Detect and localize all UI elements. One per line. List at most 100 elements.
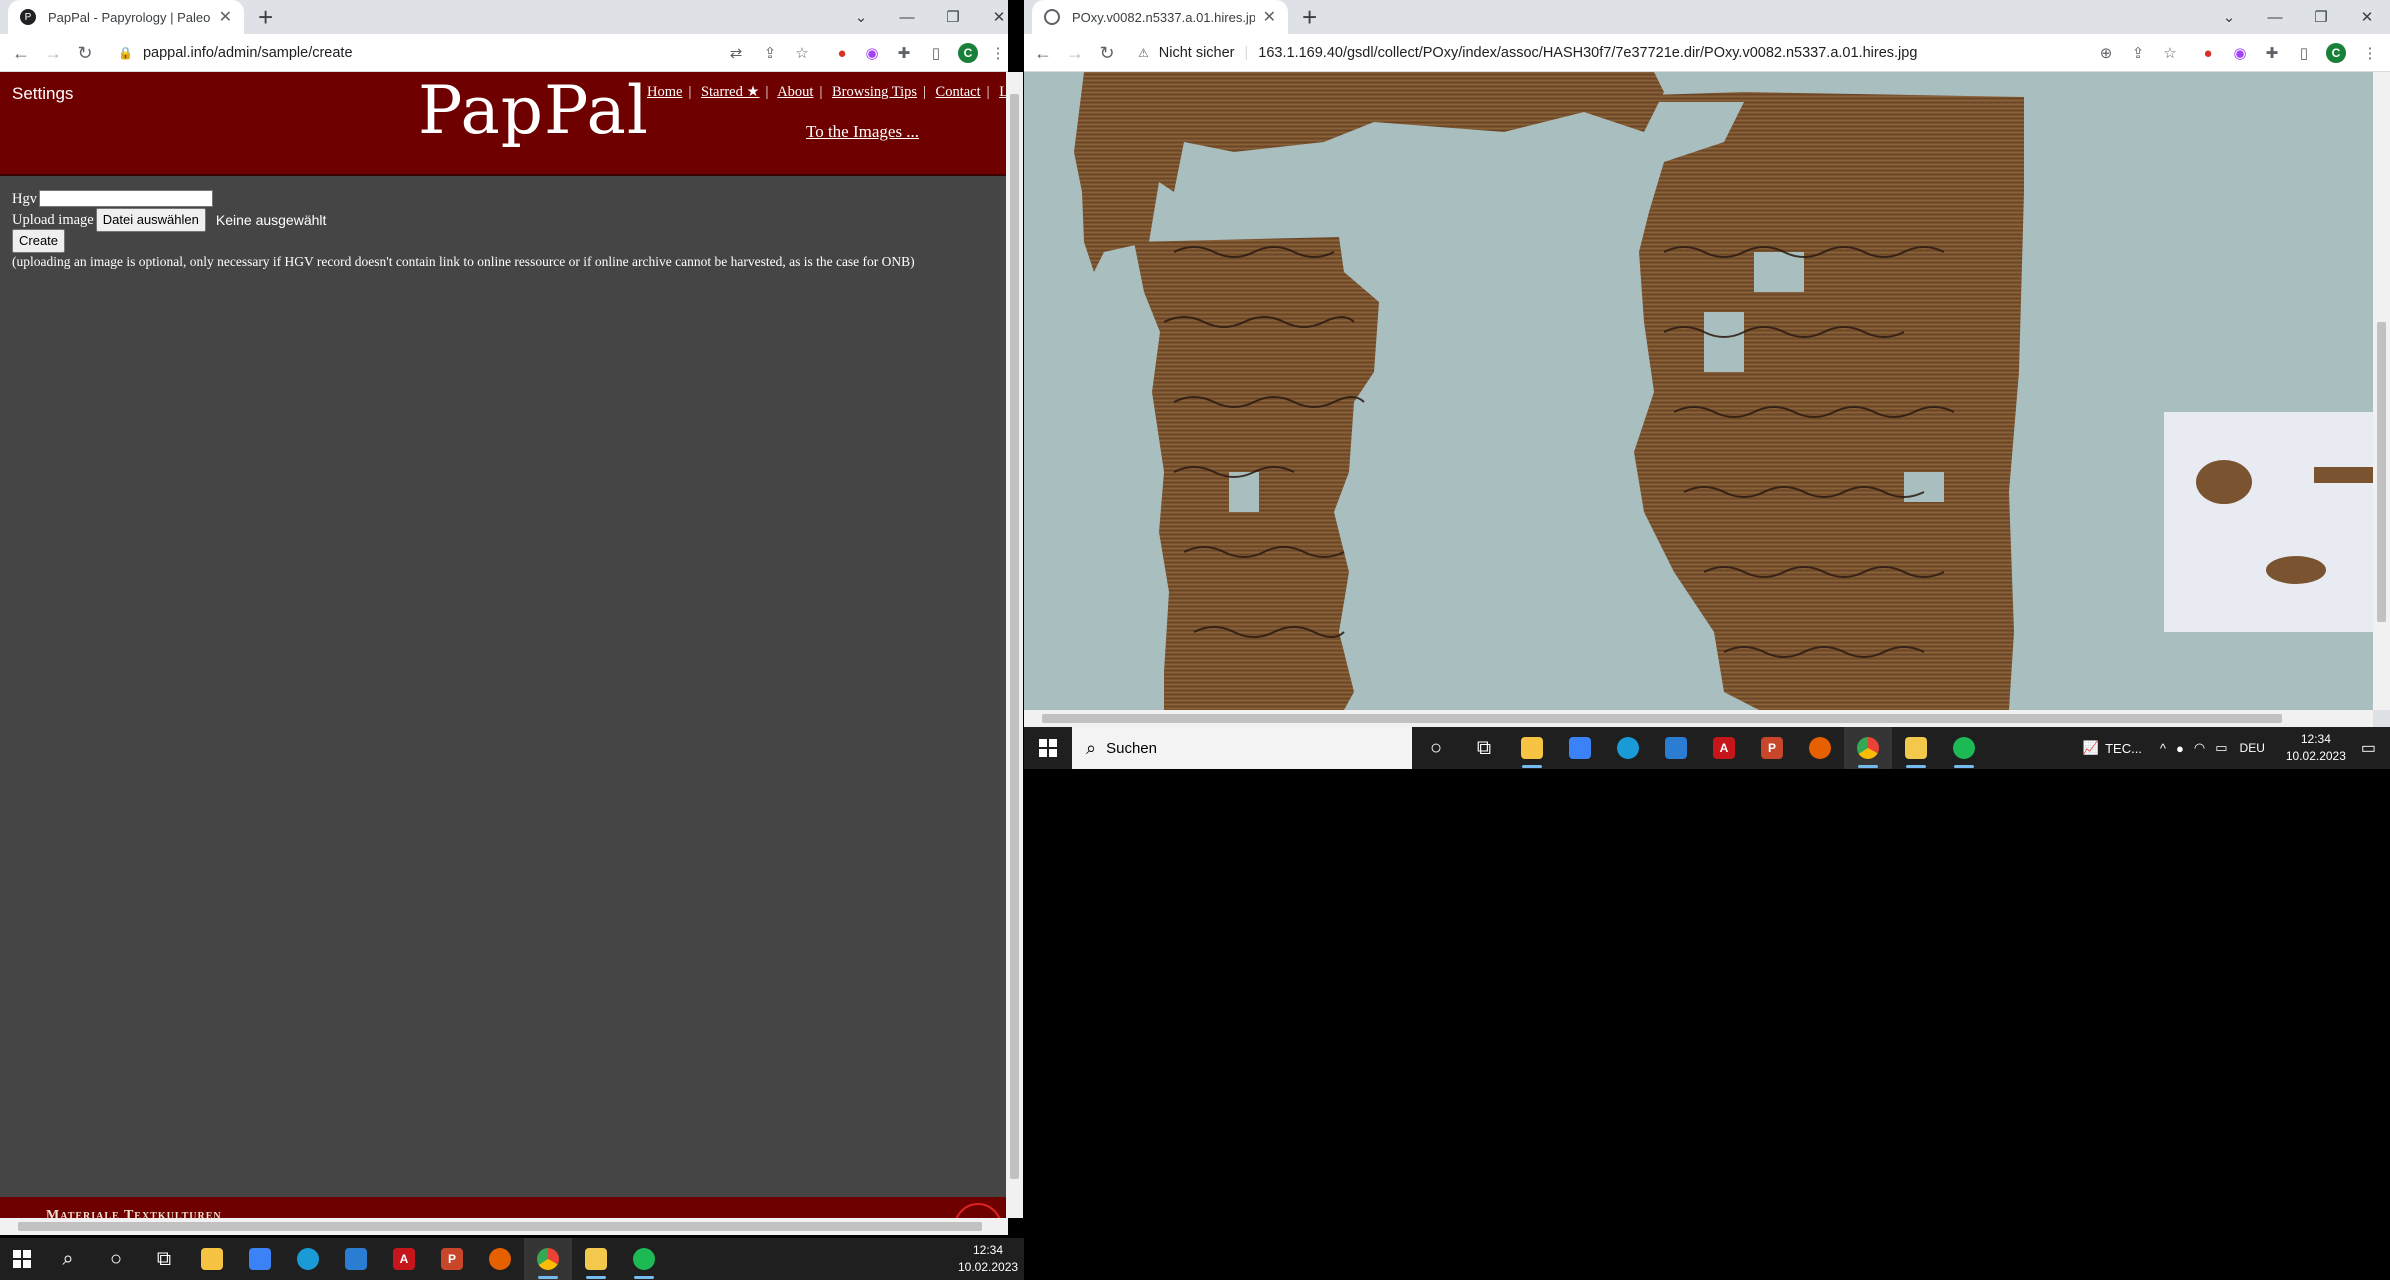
choose-file-button[interactable]: Datei auswählen: [95, 207, 206, 232]
back-icon[interactable]: ←: [1030, 40, 1056, 66]
chrome-icon[interactable]: [1844, 727, 1892, 769]
right-horizontal-scrollbar[interactable]: [1024, 710, 2373, 727]
battery-icon[interactable]: ▭: [2215, 740, 2227, 756]
notes-app-icon[interactable]: [1892, 727, 1940, 769]
windows-start-icon[interactable]: [0, 1238, 44, 1280]
powerpoint-icon[interactable]: P: [1748, 727, 1796, 769]
reload-icon[interactable]: ↻: [1094, 40, 1120, 66]
right-toolbar: ← → ↻ ⚠ Nicht sicher | 163.1.169.40/gsdl…: [1024, 34, 2390, 72]
chrome-icon[interactable]: [524, 1238, 572, 1280]
close-window-icon[interactable]: ✕: [2344, 0, 2390, 34]
taskbar-search-box[interactable]: ⌕ Suchen: [1072, 727, 1412, 769]
close-window-icon[interactable]: ✕: [976, 0, 1008, 34]
extension-red-icon[interactable]: ●: [830, 41, 854, 65]
tab-search-icon[interactable]: ⌄: [838, 0, 884, 34]
right-address-bar[interactable]: ⚠ Nicht sicher | 163.1.169.40/gsdl/colle…: [1138, 38, 1917, 68]
zoom-icon[interactable]: ⊕: [2094, 41, 2118, 65]
powerpoint-icon[interactable]: P: [428, 1238, 476, 1280]
tab-search-icon[interactable]: ⌄: [2206, 0, 2252, 34]
extensions-puzzle-icon[interactable]: ✚: [892, 41, 916, 65]
upload-image-label: Upload image: [12, 211, 94, 228]
not-secure-label: Nicht sicher: [1158, 45, 1235, 61]
edge-icon[interactable]: [1604, 727, 1652, 769]
side-panel-icon[interactable]: ▯: [2292, 41, 2316, 65]
language-indicator[interactable]: DEU: [2240, 741, 2265, 755]
spotify-icon[interactable]: [1940, 727, 1988, 769]
close-tab-icon[interactable]: ✕: [219, 7, 232, 27]
file-explorer-icon[interactable]: [1508, 727, 1556, 769]
cortana-icon[interactable]: ○: [92, 1238, 140, 1280]
extension-purple-icon[interactable]: ◉: [2228, 41, 2252, 65]
tec-widget[interactable]: 📈 TEC...: [2083, 740, 2142, 756]
tray-app-icon[interactable]: ●: [2176, 741, 2184, 756]
right-clock[interactable]: 12:34 10.02.2023: [2281, 731, 2351, 765]
mail-icon[interactable]: [332, 1238, 380, 1280]
extension-red-icon[interactable]: ●: [2196, 41, 2220, 65]
pappal-favicon-icon: P: [20, 9, 36, 25]
store-icon[interactable]: [236, 1238, 284, 1280]
cortana-icon[interactable]: ○: [1412, 727, 1460, 769]
file-explorer-icon[interactable]: [188, 1238, 236, 1280]
acrobat-icon[interactable]: A: [380, 1238, 428, 1280]
tray-chevron-icon[interactable]: ^: [2160, 741, 2166, 756]
share-icon[interactable]: ⇪: [2126, 41, 2150, 65]
minimize-icon[interactable]: —: [2252, 0, 2298, 34]
menu-kebab-icon[interactable]: ⋮: [986, 41, 1008, 65]
right-profile-avatar[interactable]: C: [2324, 41, 2348, 65]
new-tab-icon[interactable]: +: [258, 3, 273, 31]
right-vertical-scrollbar[interactable]: [2373, 72, 2390, 710]
store-icon[interactable]: [1556, 727, 1604, 769]
nav-starred[interactable]: Starred ★: [701, 84, 760, 100]
right-clock-date: 10.02.2023: [2285, 749, 2346, 763]
forward-icon[interactable]: →: [1062, 40, 1088, 66]
pappal-logo[interactable]: PapPal: [418, 72, 649, 149]
reload-icon[interactable]: ↻: [72, 40, 98, 66]
hgv-input[interactable]: [38, 190, 213, 207]
nav-about[interactable]: About: [777, 84, 813, 100]
settings-link[interactable]: Settings: [12, 84, 73, 104]
firefox-icon[interactable]: [476, 1238, 524, 1280]
left-vertical-scrollbar[interactable]: [1006, 72, 1023, 1218]
taskbar-search-icon[interactable]: ⌕: [44, 1238, 92, 1280]
extension-purple-icon[interactable]: ◉: [860, 41, 884, 65]
file-status-text: Keine ausgewählt: [215, 211, 327, 228]
acrobat-icon[interactable]: A: [1700, 727, 1748, 769]
side-panel-icon[interactable]: ▯: [924, 41, 948, 65]
forward-icon[interactable]: →: [40, 40, 66, 66]
restore-icon[interactable]: ❐: [2298, 0, 2344, 34]
windows-start-icon[interactable]: [1024, 727, 1072, 769]
restore-icon[interactable]: ❐: [930, 0, 976, 34]
close-tab-icon[interactable]: ✕: [1263, 7, 1276, 27]
share-icon[interactable]: ⇪: [758, 41, 782, 65]
firefox-icon[interactable]: [1796, 727, 1844, 769]
bookmark-star-icon[interactable]: ☆: [2158, 41, 2182, 65]
nav-browsing-tips[interactable]: Browsing Tips: [832, 84, 917, 100]
create-button[interactable]: Create: [12, 229, 66, 253]
to-images-link[interactable]: To the Images ...: [806, 122, 919, 142]
mail-icon[interactable]: [1652, 727, 1700, 769]
task-view-icon[interactable]: ⧉: [1460, 727, 1508, 769]
wifi-icon[interactable]: ◠: [2194, 740, 2205, 756]
extensions-puzzle-icon[interactable]: ✚: [2260, 41, 2284, 65]
right-active-tab[interactable]: POxy.v0082.n5337.a.01.hires.jpg ✕: [1032, 0, 1288, 34]
notification-icon[interactable]: ▭: [2361, 738, 2376, 758]
left-window-controls: ⌄ — ❐ ✕: [838, 0, 1008, 34]
edge-icon[interactable]: [284, 1238, 332, 1280]
back-icon[interactable]: ←: [8, 40, 34, 66]
left-clock[interactable]: 12:34 10.02.2023: [958, 1242, 1018, 1276]
left-profile-avatar[interactable]: C: [956, 41, 980, 65]
notes-app-icon[interactable]: [572, 1238, 620, 1280]
left-horizontal-scrollbar[interactable]: [0, 1218, 1008, 1235]
left-address-bar[interactable]: 🔒 pappal.info/admin/sample/create: [118, 38, 353, 68]
spotify-icon[interactable]: [620, 1238, 668, 1280]
new-tab-icon[interactable]: +: [1302, 3, 1317, 31]
translate-icon[interactable]: ⇄: [724, 41, 748, 65]
bookmark-star-icon[interactable]: ☆: [790, 41, 814, 65]
task-view-icon[interactable]: ⧉: [140, 1238, 188, 1280]
minimize-icon[interactable]: —: [884, 0, 930, 34]
menu-kebab-icon[interactable]: ⋮: [2358, 41, 2382, 65]
nav-home[interactable]: Home: [647, 84, 682, 100]
nav-contact[interactable]: Contact: [936, 84, 981, 100]
left-active-tab[interactable]: P PapPal - Papyrology | Paleograph ✕: [8, 0, 244, 34]
pappal-header: Settings PapPal Home | Starred ★ | About | …: [0, 72, 1008, 176]
